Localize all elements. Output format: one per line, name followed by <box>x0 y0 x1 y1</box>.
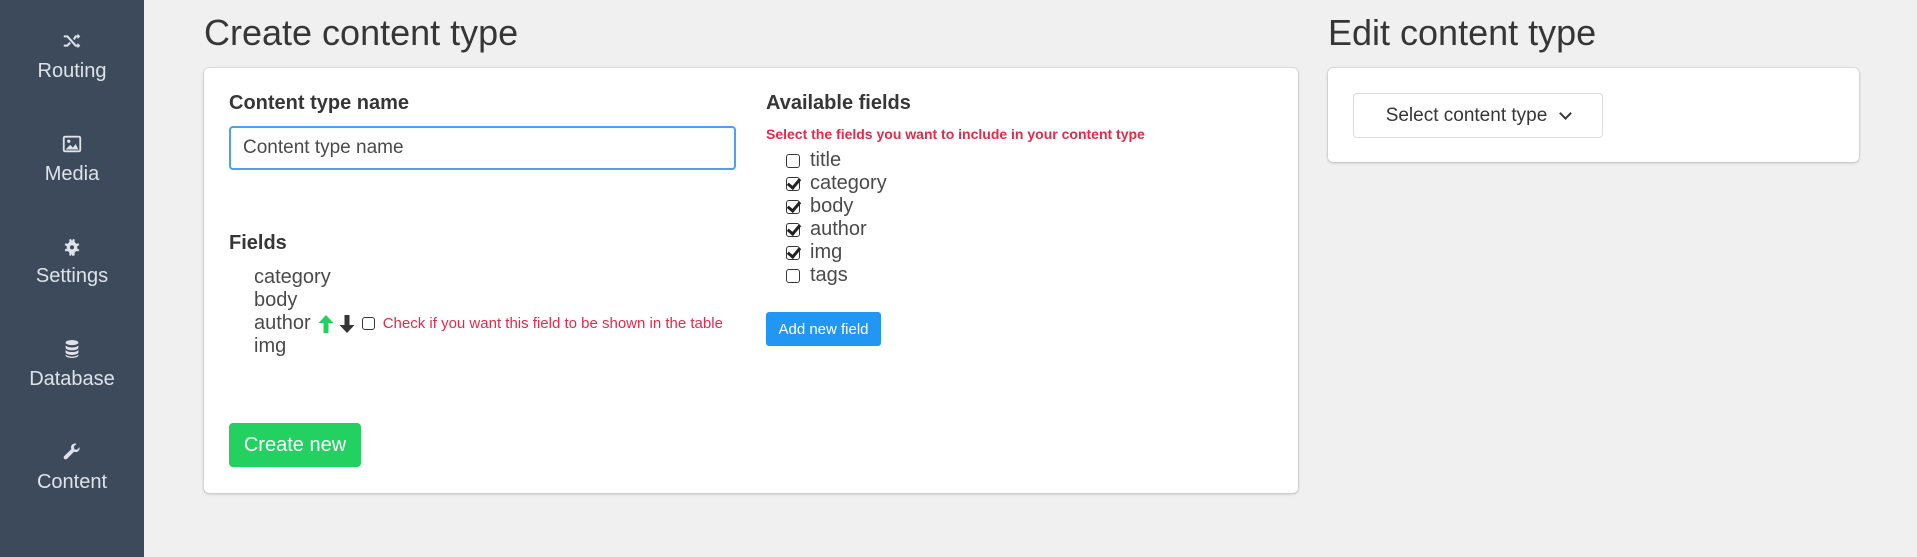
available-field-tags[interactable]: tags <box>786 264 887 287</box>
checkbox[interactable] <box>786 268 800 283</box>
sidebar: Routing Media Settings Database Content <box>0 0 144 557</box>
list-item: author Check if you want this field to b… <box>254 312 723 335</box>
available-field-label: body <box>810 195 854 217</box>
database-icon <box>0 338 144 360</box>
sidebar-item-label: Content <box>36 471 108 493</box>
arrow-up-icon[interactable] <box>317 314 335 334</box>
sidebar-item-content[interactable]: Content <box>0 441 144 494</box>
available-field-label: title <box>810 149 842 171</box>
add-new-field-button[interactable]: Add new field <box>766 312 881 346</box>
edit-section-title: Edit content type <box>1328 12 1597 53</box>
checkbox[interactable] <box>786 153 800 168</box>
sidebar-item-settings[interactable]: Settings <box>0 235 144 288</box>
arrow-down-icon[interactable] <box>338 314 356 334</box>
gear-icon <box>0 235 144 257</box>
fields-list: category body author Check if you want t… <box>254 266 723 358</box>
available-field-body[interactable]: body <box>786 195 887 218</box>
sidebar-item-label: Media <box>44 163 100 185</box>
available-field-label: category <box>810 172 887 194</box>
sidebar-item-database[interactable]: Database <box>0 338 144 391</box>
fields-label: Fields <box>229 232 287 254</box>
chevron-down-icon <box>1559 106 1573 120</box>
select-content-type-dropdown[interactable]: Select content type <box>1353 93 1603 138</box>
list-item: img <box>254 335 723 358</box>
field-name: category <box>254 266 331 288</box>
create-new-button[interactable]: Create new <box>229 423 361 467</box>
sidebar-item-label: Settings <box>35 265 109 287</box>
available-fields-hint: Select the fields you want to include in… <box>766 126 1145 142</box>
available-field-label: img <box>810 241 843 263</box>
content-type-name-label: Content type name <box>229 92 410 114</box>
sidebar-item-media[interactable]: Media <box>0 133 144 186</box>
shuffle-icon <box>0 30 144 52</box>
available-fields-list: title category body author img tags <box>786 149 887 287</box>
image-icon <box>0 133 144 155</box>
checkbox[interactable] <box>786 199 800 214</box>
available-field-label: tags <box>810 264 848 286</box>
create-content-type-card: Content type name Fields category body a… <box>204 68 1298 493</box>
field-name: body <box>254 289 298 311</box>
sidebar-item-label: Routing <box>37 60 107 82</box>
select-content-type-label: Select content type <box>1385 104 1548 126</box>
show-in-table-hint: Check if you want this field to be shown… <box>382 315 723 332</box>
page-title: Create content type <box>204 12 519 53</box>
show-in-table-checkbox[interactable] <box>361 317 375 330</box>
available-field-category[interactable]: category <box>786 172 887 195</box>
available-field-title[interactable]: title <box>786 149 887 172</box>
available-fields-label: Available fields <box>766 92 911 114</box>
list-item: body <box>254 289 723 312</box>
field-name: author <box>254 312 311 334</box>
field-name: img <box>254 335 287 357</box>
content-type-name-input[interactable] <box>229 126 736 170</box>
list-item: category <box>254 266 723 289</box>
edit-content-type-card: Select content type <box>1328 68 1859 162</box>
available-field-label: author <box>810 218 867 240</box>
available-field-author[interactable]: author <box>786 218 887 241</box>
checkbox[interactable] <box>786 245 800 260</box>
sidebar-item-routing[interactable]: Routing <box>0 30 144 83</box>
checkbox[interactable] <box>786 176 800 191</box>
sidebar-item-label: Database <box>29 368 115 390</box>
checkbox[interactable] <box>786 222 800 237</box>
available-field-img[interactable]: img <box>786 241 887 264</box>
wrench-icon <box>0 441 144 463</box>
